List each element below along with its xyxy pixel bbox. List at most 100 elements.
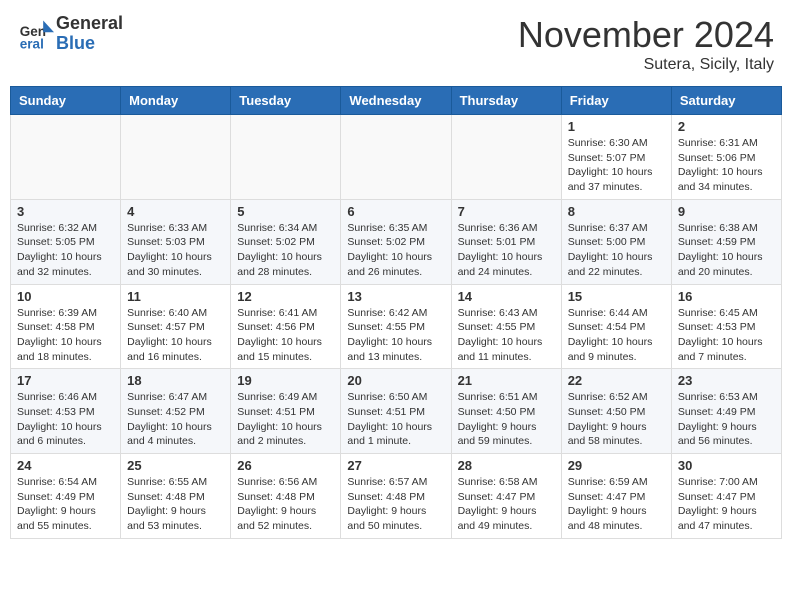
calendar-cell: 23 Sunrise: 6:53 AM Sunset: 4:49 PM Dayli… bbox=[671, 369, 781, 454]
logo: Gen eral General Blue bbox=[18, 14, 123, 54]
day-info: Sunrise: 6:43 AM Sunset: 4:55 PM Dayligh… bbox=[458, 306, 555, 365]
day-info: Sunrise: 6:32 AM Sunset: 5:05 PM Dayligh… bbox=[17, 221, 114, 280]
day-info: Sunrise: 6:37 AM Sunset: 5:00 PM Dayligh… bbox=[568, 221, 665, 280]
day-info: Sunrise: 7:00 AM Sunset: 4:47 PM Dayligh… bbox=[678, 475, 775, 534]
day-info: Sunrise: 6:44 AM Sunset: 4:54 PM Dayligh… bbox=[568, 306, 665, 365]
day-info: Sunrise: 6:42 AM Sunset: 4:55 PM Dayligh… bbox=[347, 306, 444, 365]
day-number: 4 bbox=[127, 204, 224, 219]
calendar-cell bbox=[341, 115, 451, 200]
day-info: Sunrise: 6:33 AM Sunset: 5:03 PM Dayligh… bbox=[127, 221, 224, 280]
day-number: 22 bbox=[568, 373, 665, 388]
calendar-cell: 27 Sunrise: 6:57 AM Sunset: 4:48 PM Dayli… bbox=[341, 454, 451, 539]
weekday-header-thursday: Thursday bbox=[451, 87, 561, 115]
day-info: Sunrise: 6:50 AM Sunset: 4:51 PM Dayligh… bbox=[347, 390, 444, 449]
day-info: Sunrise: 6:59 AM Sunset: 4:47 PM Dayligh… bbox=[568, 475, 665, 534]
calendar-cell: 13 Sunrise: 6:42 AM Sunset: 4:55 PM Dayli… bbox=[341, 284, 451, 369]
day-number: 18 bbox=[127, 373, 224, 388]
calendar-cell: 9Sunrise: 6:38 AM Sunset: 4:59 PM Daylig… bbox=[671, 199, 781, 284]
day-info: Sunrise: 6:35 AM Sunset: 5:02 PM Dayligh… bbox=[347, 221, 444, 280]
day-info: Sunrise: 6:54 AM Sunset: 4:49 PM Dayligh… bbox=[17, 475, 114, 534]
calendar-cell: 25 Sunrise: 6:55 AM Sunset: 4:48 PM Dayli… bbox=[121, 454, 231, 539]
calendar-cell: 20 Sunrise: 6:50 AM Sunset: 4:51 PM Dayli… bbox=[341, 369, 451, 454]
week-row-2: 3 Sunrise: 6:32 AM Sunset: 5:05 PM Daylig… bbox=[11, 199, 782, 284]
calendar-cell: 21 Sunrise: 6:51 AM Sunset: 4:50 PM Dayli… bbox=[451, 369, 561, 454]
day-number: 29 bbox=[568, 458, 665, 473]
day-number: 26 bbox=[237, 458, 334, 473]
calendar-cell: 15 Sunrise: 6:44 AM Sunset: 4:54 PM Dayli… bbox=[561, 284, 671, 369]
day-info: Sunrise: 6:56 AM Sunset: 4:48 PM Dayligh… bbox=[237, 475, 334, 534]
location: Sutera, Sicily, Italy bbox=[518, 56, 774, 74]
week-row-4: 17Sunrise: 6:46 AM Sunset: 4:53 PM Dayli… bbox=[11, 369, 782, 454]
weekday-header-tuesday: Tuesday bbox=[231, 87, 341, 115]
logo-general: General bbox=[56, 14, 123, 34]
week-row-5: 24Sunrise: 6:54 AM Sunset: 4:49 PM Dayli… bbox=[11, 454, 782, 539]
day-number: 11 bbox=[127, 289, 224, 304]
day-number: 9 bbox=[678, 204, 775, 219]
weekday-header-monday: Monday bbox=[121, 87, 231, 115]
day-info: Sunrise: 6:36 AM Sunset: 5:01 PM Dayligh… bbox=[458, 221, 555, 280]
weekday-header-wednesday: Wednesday bbox=[341, 87, 451, 115]
page-header: Gen eral General Blue November 2024 Sute… bbox=[10, 10, 782, 78]
day-info: Sunrise: 6:40 AM Sunset: 4:57 PM Dayligh… bbox=[127, 306, 224, 365]
day-number: 23 bbox=[678, 373, 775, 388]
calendar-cell: 30 Sunrise: 7:00 AM Sunset: 4:47 PM Dayli… bbox=[671, 454, 781, 539]
weekday-header-saturday: Saturday bbox=[671, 87, 781, 115]
day-number: 21 bbox=[458, 373, 555, 388]
day-number: 17 bbox=[17, 373, 114, 388]
calendar: SundayMondayTuesdayWednesdayThursdayFrid… bbox=[10, 86, 782, 539]
calendar-cell: 26 Sunrise: 6:56 AM Sunset: 4:48 PM Dayli… bbox=[231, 454, 341, 539]
day-info: Sunrise: 6:57 AM Sunset: 4:48 PM Dayligh… bbox=[347, 475, 444, 534]
day-info: Sunrise: 6:51 AM Sunset: 4:50 PM Dayligh… bbox=[458, 390, 555, 449]
day-info: Sunrise: 6:58 AM Sunset: 4:47 PM Dayligh… bbox=[458, 475, 555, 534]
calendar-cell: 5 Sunrise: 6:34 AM Sunset: 5:02 PM Daylig… bbox=[231, 199, 341, 284]
day-info: Sunrise: 6:47 AM Sunset: 4:52 PM Dayligh… bbox=[127, 390, 224, 449]
calendar-cell: 19 Sunrise: 6:49 AM Sunset: 4:51 PM Dayli… bbox=[231, 369, 341, 454]
day-number: 19 bbox=[237, 373, 334, 388]
day-number: 7 bbox=[458, 204, 555, 219]
calendar-cell: 8Sunrise: 6:37 AM Sunset: 5:00 PM Daylig… bbox=[561, 199, 671, 284]
day-number: 14 bbox=[458, 289, 555, 304]
day-number: 15 bbox=[568, 289, 665, 304]
calendar-cell: 14 Sunrise: 6:43 AM Sunset: 4:55 PM Dayli… bbox=[451, 284, 561, 369]
day-number: 3 bbox=[17, 204, 114, 219]
day-info: Sunrise: 6:55 AM Sunset: 4:48 PM Dayligh… bbox=[127, 475, 224, 534]
calendar-cell bbox=[121, 115, 231, 200]
day-number: 16 bbox=[678, 289, 775, 304]
day-info: Sunrise: 6:53 AM Sunset: 4:49 PM Dayligh… bbox=[678, 390, 775, 449]
day-number: 30 bbox=[678, 458, 775, 473]
logo-text: General Blue bbox=[56, 14, 123, 54]
day-info: Sunrise: 6:52 AM Sunset: 4:50 PM Dayligh… bbox=[568, 390, 665, 449]
day-number: 25 bbox=[127, 458, 224, 473]
svg-text:eral: eral bbox=[20, 36, 44, 51]
day-number: 6 bbox=[347, 204, 444, 219]
day-info: Sunrise: 6:31 AM Sunset: 5:06 PM Dayligh… bbox=[678, 136, 775, 195]
day-number: 5 bbox=[237, 204, 334, 219]
day-info: Sunrise: 6:41 AM Sunset: 4:56 PM Dayligh… bbox=[237, 306, 334, 365]
day-number: 10 bbox=[17, 289, 114, 304]
day-number: 1 bbox=[568, 119, 665, 134]
weekday-header-row: SundayMondayTuesdayWednesdayThursdayFrid… bbox=[11, 87, 782, 115]
day-info: Sunrise: 6:39 AM Sunset: 4:58 PM Dayligh… bbox=[17, 306, 114, 365]
day-number: 27 bbox=[347, 458, 444, 473]
title-area: November 2024 Sutera, Sicily, Italy bbox=[518, 14, 774, 74]
calendar-cell: 17Sunrise: 6:46 AM Sunset: 4:53 PM Dayli… bbox=[11, 369, 121, 454]
weekday-header-friday: Friday bbox=[561, 87, 671, 115]
logo-icon: Gen eral bbox=[18, 16, 54, 52]
calendar-cell: 28Sunrise: 6:58 AM Sunset: 4:47 PM Dayli… bbox=[451, 454, 561, 539]
calendar-cell bbox=[11, 115, 121, 200]
day-info: Sunrise: 6:34 AM Sunset: 5:02 PM Dayligh… bbox=[237, 221, 334, 280]
day-number: 20 bbox=[347, 373, 444, 388]
day-info: Sunrise: 6:49 AM Sunset: 4:51 PM Dayligh… bbox=[237, 390, 334, 449]
calendar-cell: 11 Sunrise: 6:40 AM Sunset: 4:57 PM Dayli… bbox=[121, 284, 231, 369]
calendar-cell: 29 Sunrise: 6:59 AM Sunset: 4:47 PM Dayli… bbox=[561, 454, 671, 539]
day-number: 13 bbox=[347, 289, 444, 304]
weekday-header-sunday: Sunday bbox=[11, 87, 121, 115]
calendar-cell bbox=[231, 115, 341, 200]
day-info: Sunrise: 6:45 AM Sunset: 4:53 PM Dayligh… bbox=[678, 306, 775, 365]
calendar-cell: 22 Sunrise: 6:52 AM Sunset: 4:50 PM Dayli… bbox=[561, 369, 671, 454]
day-number: 2 bbox=[678, 119, 775, 134]
calendar-cell: 6 Sunrise: 6:35 AM Sunset: 5:02 PM Daylig… bbox=[341, 199, 451, 284]
day-info: Sunrise: 6:30 AM Sunset: 5:07 PM Dayligh… bbox=[568, 136, 665, 195]
calendar-cell: 16 Sunrise: 6:45 AM Sunset: 4:53 PM Dayli… bbox=[671, 284, 781, 369]
calendar-cell: 10 Sunrise: 6:39 AM Sunset: 4:58 PM Dayli… bbox=[11, 284, 121, 369]
